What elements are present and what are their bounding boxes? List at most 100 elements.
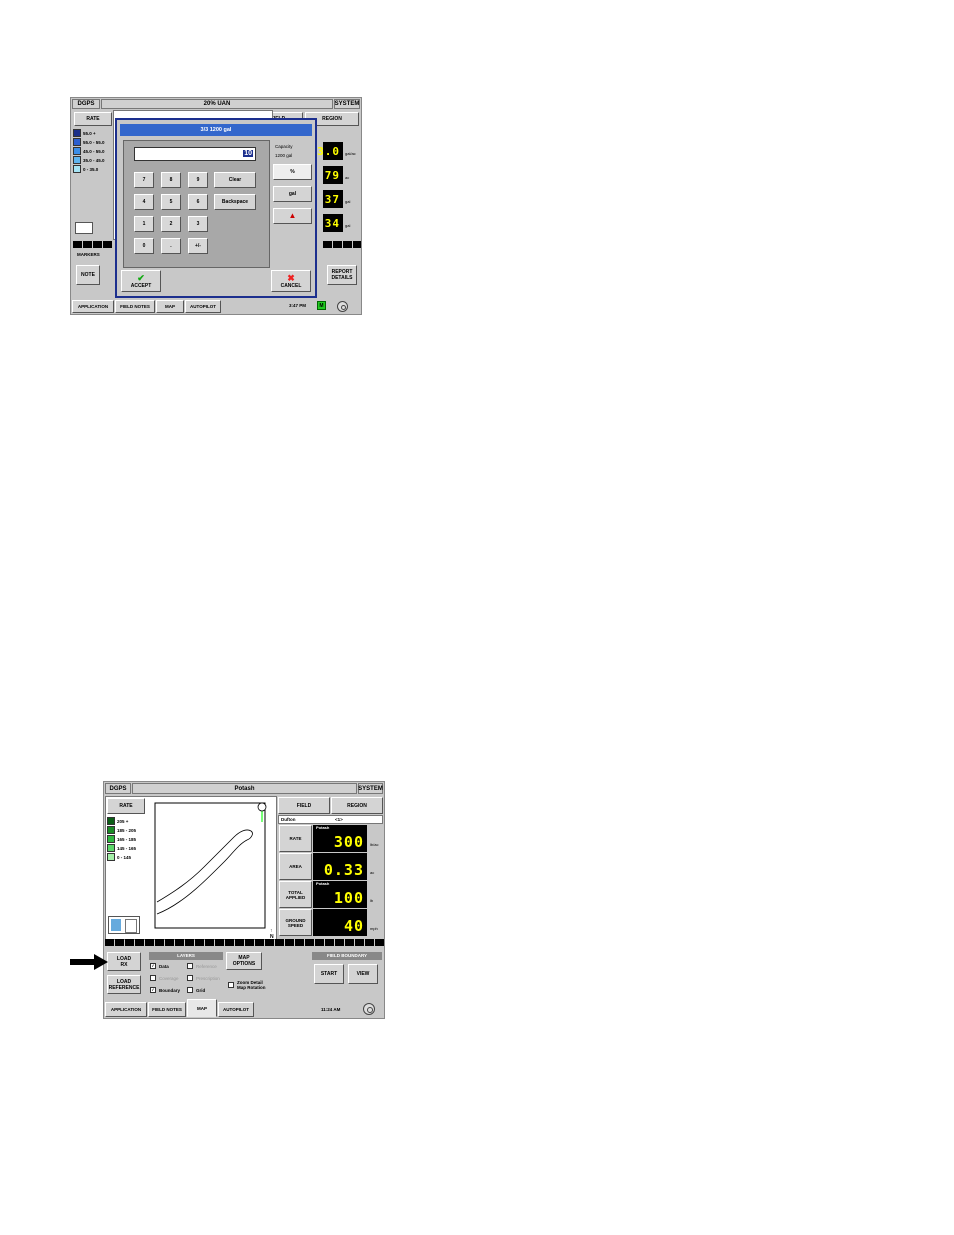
legend-swatch: [73, 129, 81, 137]
note-button[interactable]: NOTE: [76, 265, 100, 285]
cancel-button[interactable]: ✖ CANCEL: [271, 270, 311, 292]
readout-value: 34: [323, 214, 343, 232]
zoom-detail-checkbox[interactable]: [228, 982, 234, 988]
layer-option[interactable]: ✓ Data: [150, 963, 169, 969]
section-indicator-bar: [105, 939, 384, 946]
readout-label-button[interactable]: TOTAL APPLIED: [279, 881, 312, 908]
readout-label-button[interactable]: GROUND SPEED: [279, 909, 312, 936]
readout-label-button[interactable]: RATE: [279, 825, 312, 852]
legend-row: 185 - 205: [107, 826, 136, 834]
keypad-key[interactable]: 8: [161, 172, 181, 188]
bottom-screenshot: DGPS Potash SYSTEM RATE 205 + 185 - 205 16…: [103, 781, 385, 1019]
legend-swatch: [73, 156, 81, 164]
legend-row: 55.0 - 55.0: [73, 138, 105, 146]
layer-label: Boundary: [159, 987, 181, 993]
cancel-label: CANCEL: [280, 282, 302, 289]
tab-autopilot[interactable]: AUTOPILOT: [185, 300, 221, 313]
tank-fill-dialog: 3/3 1200 gal 10 7 8 9 4 5 6 1 2 3 0. +/- Clear Bac…: [115, 118, 317, 298]
readout-value: 3.0: [317, 142, 343, 160]
entry-field[interactable]: 10: [134, 147, 256, 161]
legend-label: 185 - 205: [117, 827, 137, 833]
map-options-button[interactable]: MAP OPTIONS: [226, 952, 262, 970]
readout-header: Potash: [316, 825, 330, 830]
legend-label: 55.0 +: [83, 130, 96, 136]
keypad-key[interactable]: 2: [161, 216, 181, 232]
field-button[interactable]: FIELD: [278, 797, 330, 814]
percent-button[interactable]: %: [273, 164, 312, 180]
accept-button[interactable]: ✔ ACCEPT: [121, 270, 161, 292]
system-button[interactable]: SYSTEM: [358, 783, 383, 794]
pointer-arrow-icon: [70, 954, 108, 970]
tab-autopilot[interactable]: AUTOPILOT: [218, 1002, 254, 1017]
field-name-row[interactable]: Dufton <1>: [278, 815, 383, 824]
keypad-key[interactable]: 6: [188, 194, 208, 210]
capacity-label: Capacity: [275, 144, 293, 149]
layer-checkbox[interactable]: [187, 987, 193, 993]
keypad-key[interactable]: 9: [188, 172, 208, 188]
field-map[interactable]: [154, 802, 272, 932]
keypad-key[interactable]: 0: [134, 238, 154, 254]
x-icon: ✖: [287, 272, 295, 283]
readout-label-button[interactable]: AREA: [279, 853, 312, 880]
keypad-key[interactable]: 4: [134, 194, 154, 210]
capacity-value: 1200 gal: [275, 153, 293, 158]
dgps-button[interactable]: DGPS: [105, 783, 131, 794]
load-rx-button[interactable]: LOAD RX: [107, 952, 141, 971]
gal-button[interactable]: gal: [273, 186, 312, 202]
accept-label: ACCEPT: [130, 282, 152, 289]
start-button[interactable]: START: [314, 964, 344, 984]
zoom-detail-option[interactable]: Zoom Detail Map Rotation: [228, 980, 266, 990]
tab-map[interactable]: MAP: [187, 999, 217, 1017]
keypad-key[interactable]: +/-: [188, 238, 208, 254]
dgps-button[interactable]: DGPS: [72, 99, 100, 109]
legend-swatch: [107, 817, 115, 825]
layer-checkbox[interactable]: ✓: [150, 963, 156, 969]
system-button[interactable]: SYSTEM: [334, 99, 360, 109]
markers-label: MARKERS: [77, 252, 100, 257]
tab-application[interactable]: APPLICATION: [72, 300, 114, 313]
keypad-key[interactable]: .: [161, 238, 181, 254]
entry-value: 10: [243, 150, 253, 157]
keypad-key[interactable]: 1: [134, 216, 154, 232]
legend-row: 35.0 - 45.0: [73, 156, 105, 164]
readout-unit: mph: [370, 926, 378, 931]
readout-unit: ac: [345, 175, 350, 180]
legend-label: 165 - 185: [117, 836, 137, 842]
clear-button[interactable]: Clear: [214, 172, 256, 188]
view-button[interactable]: VIEW: [348, 964, 378, 984]
load-reference-button[interactable]: LOAD REFERENCE: [107, 975, 141, 994]
keypad-key[interactable]: 3: [188, 216, 208, 232]
tab-field-notes[interactable]: FIELD NOTES: [148, 1002, 186, 1017]
rate-button[interactable]: RATE: [107, 798, 145, 814]
tab-application[interactable]: APPLICATION: [105, 1002, 147, 1017]
readout-value: 0.33: [313, 853, 367, 880]
zoom-icon[interactable]: [75, 222, 93, 234]
status-badge: M: [317, 301, 326, 310]
readout-unit: lb: [370, 898, 374, 903]
tab-map[interactable]: MAP: [156, 300, 184, 313]
steering-wheel-icon[interactable]: [363, 1003, 375, 1015]
legend-row: 165 - 185: [107, 835, 136, 843]
report-details-button[interactable]: REPORT DETAILS: [327, 265, 357, 285]
layer-label: Grid: [196, 987, 206, 993]
zoom-icon[interactable]: [108, 916, 140, 934]
readout-value: 37: [323, 190, 343, 208]
keypad-key[interactable]: 7: [134, 172, 154, 188]
backspace-button[interactable]: Backspace: [214, 194, 256, 210]
layer-option[interactable]: Grid: [187, 987, 205, 993]
keypad-key[interactable]: 5: [161, 194, 181, 210]
readout-header: Potash: [316, 881, 330, 886]
legend-swatch: [107, 835, 115, 843]
layer-option[interactable]: ✓ Boundary: [150, 987, 180, 993]
field-name: Dufton: [281, 817, 296, 822]
layer-option: Reference: [187, 963, 217, 969]
layer-label: Reference: [196, 963, 217, 969]
steering-wheel-icon[interactable]: [337, 301, 348, 312]
region-button[interactable]: REGION: [331, 797, 383, 814]
pump-button[interactable]: ▲: [273, 208, 312, 224]
layers-header: LAYERS: [149, 952, 223, 960]
tab-field-notes[interactable]: FIELD NOTES: [115, 300, 155, 313]
layer-label: Prescription: [196, 975, 220, 981]
layer-checkbox[interactable]: ✓: [150, 987, 156, 993]
rate-button[interactable]: RATE: [74, 112, 112, 126]
